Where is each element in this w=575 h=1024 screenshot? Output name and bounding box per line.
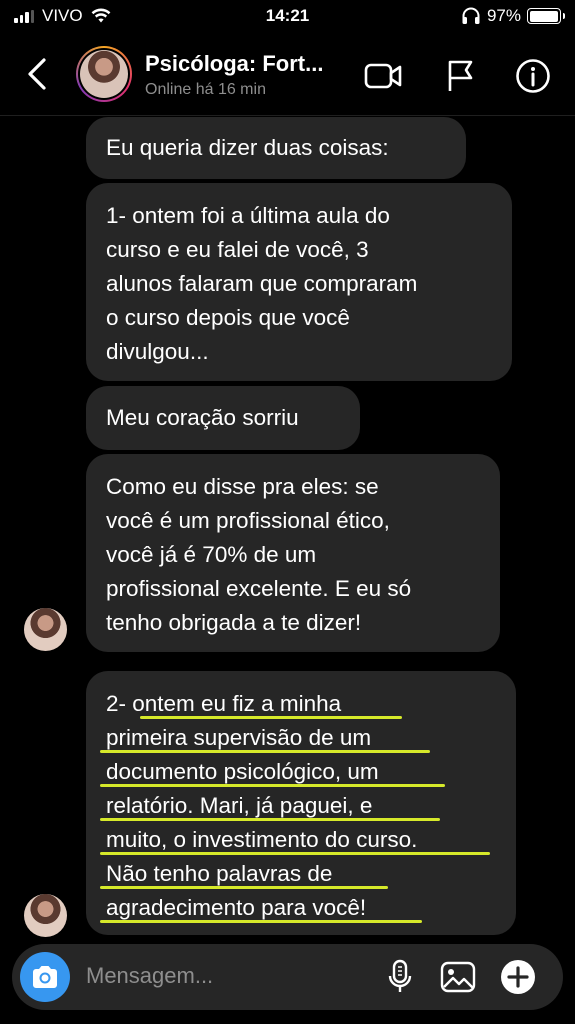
avatar-photo <box>80 50 128 98</box>
back-button[interactable] <box>20 54 54 94</box>
message-line: alunos falaram que compraram <box>106 271 418 296</box>
message-line: o curso depois que você <box>106 305 350 330</box>
message-bubble[interactable]: Eu queria dizer duas coisas: <box>86 117 466 179</box>
highlight-underline <box>140 716 402 719</box>
highlight-underline <box>100 818 440 821</box>
message-bubble[interactable]: 1- ontem foi a última aula do curso e eu… <box>86 183 512 381</box>
message-line: curso e eu falei de você, 3 <box>106 237 369 262</box>
battery-icon <box>527 8 565 24</box>
voice-message-button[interactable] <box>380 957 420 997</box>
message-bubble[interactable]: Como eu disse pra eles: se você é um pro… <box>86 454 500 652</box>
flag-icon <box>448 60 473 91</box>
battery-percent: 97% <box>486 6 521 25</box>
message-line: você é um profissional ético, <box>106 508 390 533</box>
plus-icon <box>501 960 535 994</box>
message-line: divulgou... <box>106 339 209 364</box>
message-bubble[interactable]: Meu coração sorriu <box>86 386 360 450</box>
highlight-underline <box>100 750 430 753</box>
message-composer: Mensagem... <box>12 944 563 1010</box>
message-input[interactable]: Mensagem... <box>86 963 213 989</box>
highlight-underline <box>100 852 490 855</box>
microphone-icon <box>388 959 412 992</box>
back-icon <box>28 58 46 90</box>
camera-button[interactable] <box>20 952 70 1002</box>
highlight-underline <box>100 886 388 889</box>
avatar[interactable] <box>76 46 132 102</box>
highlight-underline <box>100 784 445 787</box>
sender-avatar[interactable] <box>24 894 67 937</box>
message-bubble[interactable]: 2- ontem eu fiz a minha primeira supervi… <box>86 671 516 935</box>
camera-icon <box>33 966 57 988</box>
report-button[interactable] <box>441 56 481 96</box>
video-call-button[interactable] <box>364 56 404 96</box>
message-line: Meu coração sorriu <box>106 405 299 430</box>
message-line: profissional excelente. E eu só <box>106 576 412 601</box>
message-line: Como eu disse pra eles: se <box>106 474 379 499</box>
more-options-button[interactable] <box>498 957 538 997</box>
battery-level <box>529 10 558 22</box>
message-line: tenho obrigada a te dizer! <box>106 610 362 635</box>
message-line: você já é 70% de um <box>106 542 317 567</box>
video-call-icon <box>364 63 402 89</box>
message-line: 1- ontem foi a última aula do <box>106 203 390 228</box>
info-icon <box>516 59 550 93</box>
contact-status: Online há 16 min <box>145 81 266 98</box>
headphones-icon <box>462 7 480 24</box>
highlight-underline <box>100 920 422 923</box>
status-right: 97% <box>461 6 565 26</box>
gallery-button[interactable] <box>438 957 478 997</box>
gallery-icon <box>440 961 476 993</box>
sender-avatar[interactable] <box>24 608 67 651</box>
status-bar: VIVO 14:21 97% <box>0 0 575 34</box>
chat-header: Psicóloga: Fort... Online há 16 min <box>0 34 575 116</box>
contact-name[interactable]: Psicóloga: Fort... <box>145 51 360 77</box>
message-line: Eu queria dizer duas coisas: <box>106 135 389 160</box>
info-button[interactable] <box>513 56 553 96</box>
